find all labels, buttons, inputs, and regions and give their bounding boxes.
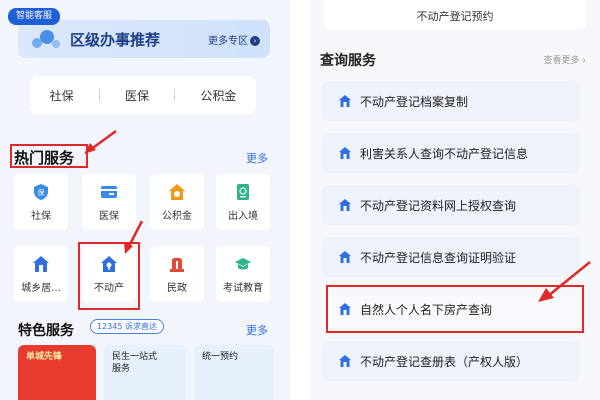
- query-item-interested-party[interactable]: 利害关系人查询不动产登记信息: [322, 133, 580, 173]
- feature-card-one-stop[interactable]: 民生一站式 服务: [104, 345, 186, 400]
- graduation-cap-icon: [234, 255, 252, 273]
- service-label: 公积金: [162, 211, 192, 222]
- card-icon: [100, 183, 118, 201]
- house-icon: [339, 251, 351, 263]
- feature-card-label: 统一预约: [202, 352, 239, 362]
- bubble-logo-icon: [32, 28, 60, 50]
- query-item-certificate-verify[interactable]: 不动产登记信息查询证明验证: [322, 237, 580, 277]
- feature-card-label: 民生一站式 服务: [112, 352, 158, 374]
- house-icon: [339, 147, 351, 159]
- feature-card-pioneer[interactable]: 单城先锋: [18, 345, 96, 400]
- query-item-online-authorization[interactable]: 不动产登记资料网上授权查询: [322, 185, 580, 225]
- service-civil-affairs[interactable]: 民政: [150, 246, 204, 302]
- service-label: 民政: [167, 283, 187, 294]
- home-icon: [32, 255, 50, 273]
- quick-link-social-security[interactable]: 社保: [36, 87, 88, 104]
- query-item-label: 不动产登记资料网上授权查询: [360, 199, 517, 213]
- more-zones-link[interactable]: 更多专区 ›: [208, 32, 260, 47]
- quick-link-housing-fund[interactable]: 公积金: [186, 87, 250, 104]
- house-icon: [339, 355, 351, 367]
- svg-text:保: 保: [38, 188, 45, 197]
- query-item-label: 不动产登记信息查询证明验证: [360, 251, 517, 265]
- house-fund-icon: [168, 183, 186, 201]
- passport-icon: [234, 183, 252, 201]
- query-item-label: 不动产登记档案复制: [360, 95, 469, 109]
- left-panel: 区级办事推荐 更多专区 › 智能客服 社保 医保 公积金 热门服务 更多 保 社保…: [0, 0, 290, 400]
- shield-icon: 保: [32, 183, 50, 201]
- feature-card-unified-booking[interactable]: 统一预约: [194, 345, 274, 400]
- query-services-title: 查询服务: [320, 53, 376, 69]
- arrow-right-icon: ›: [250, 36, 260, 46]
- service-label: 城乡居...: [21, 283, 61, 294]
- hot-services-title: 热门服务: [14, 149, 75, 167]
- query-item-label: 利害关系人查询不动产登记信息: [360, 147, 529, 161]
- quick-links-card: 社保 医保 公积金: [30, 76, 256, 114]
- hotline-12345-pill[interactable]: 12345 诉求直达: [90, 319, 164, 334]
- right-panel: 不动产登记预约 查询服务 查看更多 › 不动产登记档案复制 利害关系人查询不动产…: [310, 0, 600, 400]
- service-label: 医保: [99, 211, 119, 222]
- feature-card-label: 单城先锋: [26, 352, 63, 362]
- query-item-archive-copy[interactable]: 不动产登记档案复制: [322, 81, 580, 121]
- divider: [174, 89, 176, 101]
- feature-services-title: 特色服务: [18, 323, 74, 339]
- real-estate-highlight-box: [78, 242, 140, 310]
- house-icon: [339, 95, 351, 107]
- service-exit-entry[interactable]: 出入境: [216, 174, 270, 230]
- booking-card-label: 不动产登记预约: [416, 10, 494, 23]
- service-urban-rural-residents[interactable]: 城乡居...: [14, 246, 68, 302]
- property-registration-booking-card[interactable]: 不动产登记预约: [324, 0, 586, 30]
- query-item-register-book[interactable]: 不动产登记查册表（产权人版）: [322, 341, 580, 381]
- service-label: 出入境: [228, 211, 258, 222]
- smart-service-badge[interactable]: 智能客服: [8, 8, 61, 25]
- service-medical-insurance[interactable]: 医保: [82, 174, 136, 230]
- district-recommend-banner[interactable]: 区级办事推荐 更多专区 ›: [18, 20, 270, 58]
- divider: [98, 89, 100, 101]
- more-zones-label: 更多专区: [208, 36, 248, 47]
- civil-icon: [168, 255, 186, 273]
- query-services-more-link[interactable]: 查看更多 ›: [544, 53, 586, 66]
- house-icon: [339, 199, 351, 211]
- service-housing-fund[interactable]: 公积金: [150, 174, 204, 230]
- feature-services-more-link[interactable]: 更多: [246, 322, 268, 338]
- service-label: 考试教育: [223, 283, 263, 294]
- service-social-security[interactable]: 保 社保: [14, 174, 68, 230]
- service-exam-education[interactable]: 考试教育: [216, 246, 270, 302]
- query-item-label: 不动产登记查册表（产权人版）: [360, 355, 529, 369]
- quick-link-medical-insurance[interactable]: 医保: [111, 87, 163, 104]
- hot-services-more-link[interactable]: 更多: [246, 150, 268, 166]
- personal-property-highlight-box: [326, 285, 584, 333]
- service-label: 社保: [31, 211, 51, 222]
- district-recommend-title: 区级办事推荐: [70, 31, 161, 49]
